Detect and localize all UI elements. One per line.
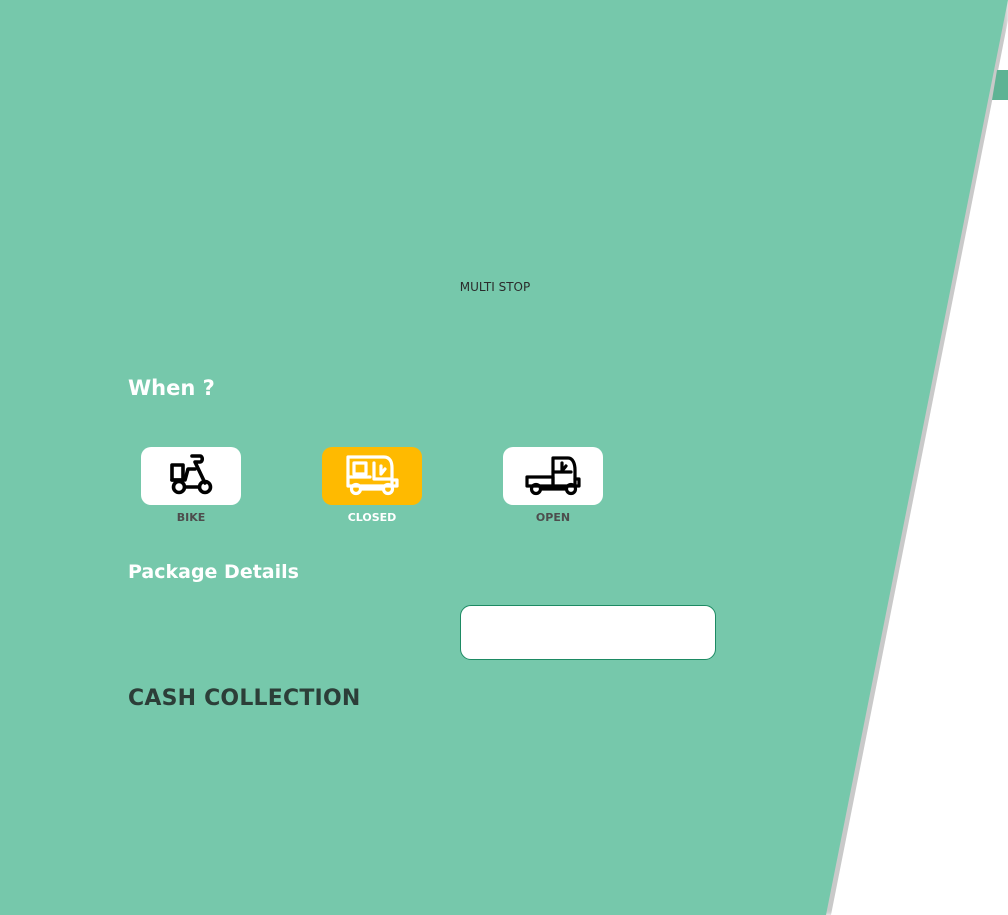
scooter-icon xyxy=(167,450,215,503)
vehicle-label-bike: BIKE xyxy=(176,511,206,524)
vehicle-tile-closed[interactable] xyxy=(322,447,422,505)
package-details-input[interactable] xyxy=(460,605,716,660)
open-auto-icon xyxy=(524,452,582,501)
vehicle-option-bike[interactable]: BIKE xyxy=(141,447,241,527)
when-heading: When ? xyxy=(128,376,215,400)
vehicle-label-closed: CLOSED xyxy=(347,511,397,524)
vehicle-label-open: OPEN xyxy=(535,511,571,524)
cash-collection-heading: CASH COLLECTION xyxy=(128,686,361,711)
closed-auto-icon xyxy=(344,452,400,501)
vehicle-option-open[interactable]: OPEN xyxy=(503,447,603,527)
multi-stop-option[interactable]: MULTI STOP xyxy=(440,280,550,294)
vehicle-tile-bike[interactable] xyxy=(141,447,241,505)
package-details-heading: Package Details xyxy=(128,561,299,583)
screen: MULTI STOP When ? BIKE CLOSED OPEN Packa… xyxy=(0,0,1008,915)
vehicle-tile-open[interactable] xyxy=(503,447,603,505)
vehicle-option-closed[interactable]: CLOSED xyxy=(322,447,422,527)
